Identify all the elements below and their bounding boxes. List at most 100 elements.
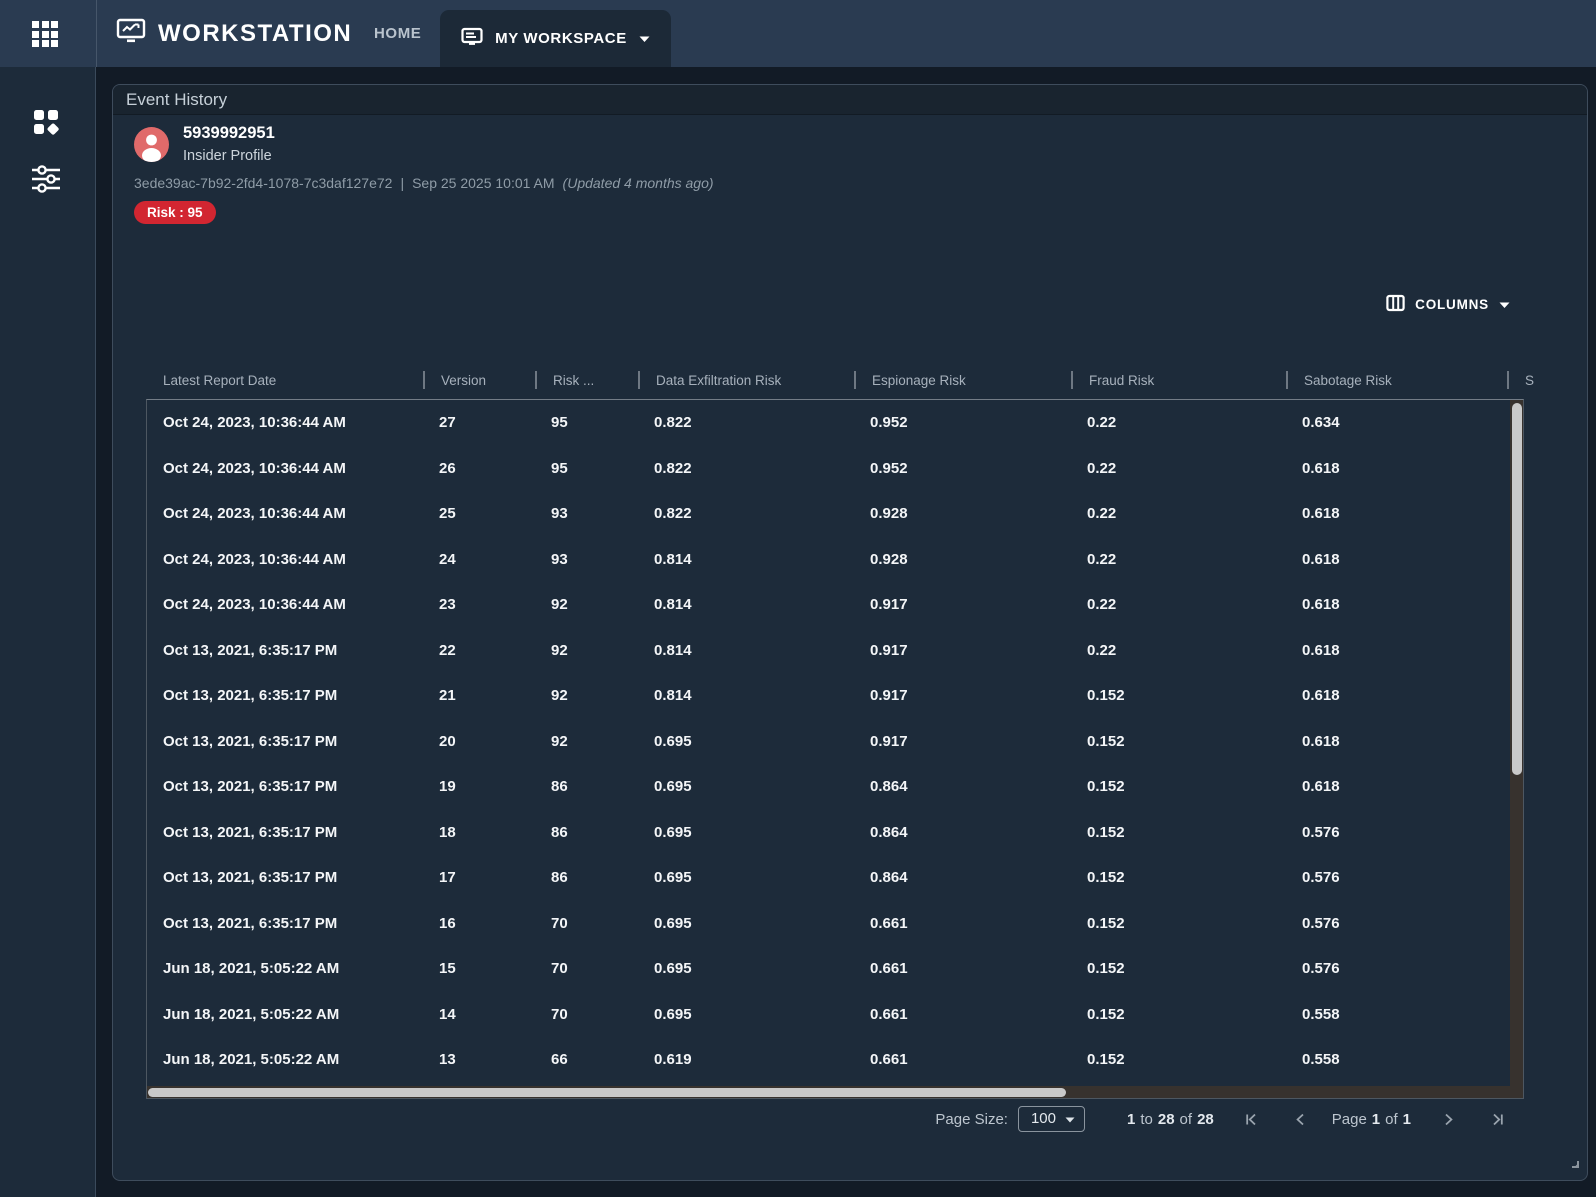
- table-row[interactable]: Jun 18, 2021, 5:05:22 AM 15 70 0.695 0.661 0.…: [147, 946, 1510, 992]
- table-row[interactable]: Oct 13, 2021, 6:35:17 PM 17 86 0.695 0.864 0.…: [147, 855, 1510, 901]
- table-cell: 0.22: [1087, 505, 1117, 523]
- table-row[interactable]: Jun 18, 2021, 5:05:22 AM 14 70 0.695 0.661 0.…: [147, 992, 1510, 1038]
- table-cell: 95: [551, 459, 568, 477]
- column-header-label: Version: [441, 372, 487, 388]
- column-header-label: Espionage Risk: [872, 372, 966, 388]
- first-page-button[interactable]: [1242, 1109, 1262, 1129]
- resize-grip-icon[interactable]: [1567, 1155, 1579, 1168]
- table-cell: Oct 13, 2021, 6:35:17 PM: [163, 732, 338, 750]
- table-row[interactable]: Oct 13, 2021, 6:35:17 PM 16 70 0.695 0.661 0.…: [147, 901, 1510, 947]
- vertical-scrollbar[interactable]: [1510, 400, 1523, 1086]
- apps-menu-button[interactable]: [30, 19, 60, 49]
- column-header-data-exfiltration-risk[interactable]: Data Exfiltration Risk: [638, 361, 854, 399]
- table-cell: 0.618: [1302, 550, 1340, 568]
- table-row[interactable]: Oct 13, 2021, 6:35:17 PM 20 92 0.695 0.917 0.…: [147, 719, 1510, 765]
- column-header-espionage-risk[interactable]: Espionage Risk: [854, 361, 1071, 399]
- table-cell: 0.576: [1302, 960, 1340, 978]
- column-header-fraud-risk[interactable]: Fraud Risk: [1071, 361, 1286, 399]
- column-header-risk[interactable]: Risk ...: [535, 361, 638, 399]
- table-cell: 0.22: [1087, 550, 1117, 568]
- table-cell: 0.695: [654, 732, 692, 750]
- table-cell: 0.618: [1302, 778, 1340, 796]
- table-cell: Oct 24, 2023, 10:36:44 AM: [163, 505, 346, 523]
- table-cell: 0.22: [1087, 596, 1117, 614]
- page-total: 1: [1402, 1110, 1411, 1128]
- table-cell: 14: [439, 1005, 456, 1023]
- column-header-latest-report-date[interactable]: Latest Report Date: [147, 361, 423, 399]
- nav-tab-my-workspace[interactable]: MY WORKSPACE: [440, 10, 671, 67]
- table-row[interactable]: Oct 24, 2023, 10:36:44 AM 23 92 0.814 0.917 0…: [147, 582, 1510, 628]
- table-header-row: Latest Report Date Version Risk ... Data Ex…: [147, 361, 1535, 399]
- application-window: WORKSTATION HOME MY WORKSPACE Event Hist…: [0, 0, 1596, 1197]
- table-row[interactable]: Oct 13, 2021, 6:35:17 PM 22 92 0.814 0.917 0.…: [147, 628, 1510, 674]
- risk-score-badge[interactable]: Risk : 95: [134, 201, 216, 224]
- table-row[interactable]: Oct 13, 2021, 6:35:17 PM 19 86 0.695 0.864 0.…: [147, 764, 1510, 810]
- next-page-button[interactable]: [1439, 1109, 1459, 1129]
- app-brand[interactable]: WORKSTATION: [116, 0, 352, 67]
- horizontal-scrollbar[interactable]: [147, 1086, 1510, 1098]
- table-cell: 21: [439, 687, 456, 705]
- table-cell: 0.618: [1302, 505, 1340, 523]
- table-row[interactable]: Oct 13, 2021, 6:35:17 PM 21 92 0.814 0.917 0.…: [147, 673, 1510, 719]
- sidebar-item-filters[interactable]: [29, 164, 63, 198]
- table-cell: 0.864: [870, 778, 908, 796]
- vertical-scrollbar-thumb[interactable]: [1511, 403, 1522, 775]
- table-row[interactable]: Oct 13, 2021, 6:35:17 PM 18 86 0.695 0.864 0.…: [147, 810, 1510, 856]
- range-total: 28: [1197, 1110, 1214, 1128]
- table-cell: 0.661: [870, 960, 908, 978]
- profile-id[interactable]: 5939992951: [183, 124, 275, 143]
- columns-icon: [1386, 294, 1405, 315]
- table-row[interactable]: Oct 24, 2023, 10:36:44 AM 27 95 0.822 0.952 0…: [147, 400, 1510, 446]
- table-cell: 95: [551, 414, 568, 432]
- scrollbar-corner: [1510, 1086, 1523, 1098]
- table-cell: 20: [439, 732, 456, 750]
- last-page-button[interactable]: [1487, 1109, 1507, 1129]
- table-cell: 0.558: [1302, 1051, 1340, 1069]
- page-size-value: 100: [1030, 1110, 1056, 1127]
- table-row[interactable]: Jun 18, 2021, 5:05:22 AM 13 66 0.619 0.661 0.…: [147, 1037, 1510, 1083]
- chevron-down-icon: [1499, 297, 1510, 312]
- table-cell: 16: [439, 914, 456, 932]
- table-cell: 15: [439, 960, 456, 978]
- column-header-version[interactable]: Version: [423, 361, 535, 399]
- table-cell: 0.917: [870, 596, 908, 614]
- table-cell: 0.152: [1087, 732, 1125, 750]
- column-header-s[interactable]: S: [1507, 361, 1535, 399]
- table-cell: 0.917: [870, 687, 908, 705]
- table-cell: 93: [551, 550, 568, 568]
- columns-button[interactable]: COLUMNS: [1382, 289, 1514, 319]
- table-row[interactable]: Oct 24, 2023, 10:36:44 AM 24 93 0.814 0.928 0…: [147, 537, 1510, 583]
- table-cell: 0.695: [654, 778, 692, 796]
- table-row[interactable]: Oct 24, 2023, 10:36:44 AM 25 93 0.822 0.928 0…: [147, 491, 1510, 537]
- left-sidebar: [0, 67, 96, 1197]
- table-cell: Oct 13, 2021, 6:35:17 PM: [163, 823, 338, 841]
- page-size-select[interactable]: 100: [1017, 1106, 1085, 1132]
- column-header-sabotage-risk[interactable]: Sabotage Risk: [1286, 361, 1507, 399]
- profile-updated-note: (Updated 4 months ago): [562, 175, 714, 191]
- table-cell: 0.928: [870, 505, 908, 523]
- page-word: Page: [1331, 1110, 1367, 1128]
- nav-item-home[interactable]: HOME: [360, 0, 435, 67]
- table-row[interactable]: Oct 24, 2023, 10:36:44 AM 26 95 0.822 0.952 0…: [147, 446, 1510, 492]
- table-cell: Jun 18, 2021, 5:05:22 AM: [163, 1005, 340, 1023]
- page-indicator: Page 1 of 1: [1332, 1111, 1411, 1128]
- profile-uuid: 3ede39ac-7b92-2fd4-1078-7c3daf127e72: [134, 175, 393, 191]
- topbar-divider: [96, 0, 97, 67]
- meta-separator: |: [400, 175, 405, 191]
- table-cell: Oct 13, 2021, 6:35:17 PM: [163, 641, 338, 659]
- table-cell: 0.618: [1302, 641, 1340, 659]
- widgets-icon: [31, 107, 61, 142]
- table-cell: 0.152: [1087, 960, 1125, 978]
- horizontal-scrollbar-thumb[interactable]: [148, 1087, 1066, 1097]
- table-cell: 86: [551, 823, 568, 841]
- table-cell: 0.618: [1302, 596, 1340, 614]
- table-cell: 0.152: [1087, 914, 1125, 932]
- range-of-word: of: [1179, 1110, 1193, 1128]
- table-cell: 0.22: [1087, 641, 1117, 659]
- sidebar-item-widgets[interactable]: [29, 107, 63, 141]
- page-of-word: of: [1385, 1110, 1398, 1128]
- previous-page-button[interactable]: [1290, 1109, 1310, 1129]
- table-cell: 0.661: [870, 914, 908, 932]
- chevron-down-icon: [639, 30, 650, 47]
- table-cell: 66: [551, 1051, 568, 1069]
